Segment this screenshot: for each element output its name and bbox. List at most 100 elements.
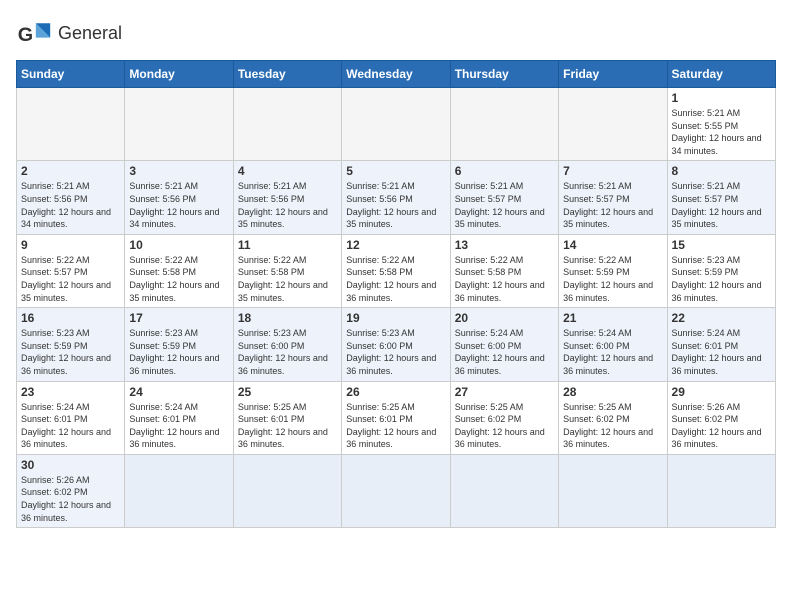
day-info: Sunrise: 5:23 AM Sunset: 5:59 PM Dayligh… [129,327,228,377]
col-header-monday: Monday [125,61,233,88]
week-row-5: 23 Sunrise: 5:24 AM Sunset: 6:01 PM Dayli… [17,381,776,454]
day-info: Sunrise: 5:24 AM Sunset: 6:01 PM Dayligh… [672,327,771,377]
day-cell [450,88,558,161]
day-number: 10 [129,238,228,252]
day-number: 14 [563,238,662,252]
day-cell: 2Sunrise: 5:21 AM Sunset: 5:56 PM Daylig… [17,161,125,234]
day-info: Sunrise: 5:22 AM Sunset: 5:58 PM Dayligh… [455,254,554,304]
calendar: SundayMondayTuesdayWednesdayThursdayFrid… [16,60,776,528]
day-number: 13 [455,238,554,252]
day-number: 20 [455,311,554,325]
day-number: 11 [238,238,337,252]
day-number: 1 [672,91,771,105]
day-info: Sunrise: 5:22 AM Sunset: 5:57 PM Dayligh… [21,254,120,304]
day-number: 12 [346,238,445,252]
header-row: SundayMondayTuesdayWednesdayThursdayFrid… [17,61,776,88]
day-number: 29 [672,385,771,399]
day-info: Sunrise: 5:22 AM Sunset: 5:59 PM Dayligh… [563,254,662,304]
day-number: 8 [672,164,771,178]
day-cell: 7Sunrise: 5:21 AM Sunset: 5:57 PM Daylig… [559,161,667,234]
day-cell: 5Sunrise: 5:21 AM Sunset: 5:56 PM Daylig… [342,161,450,234]
day-cell: 27Sunrise: 5:25 AM Sunset: 6:02 PM Dayli… [450,381,558,454]
day-cell: 24 Sunrise: 5:24 AM Sunset: 6:01 PM Dayli… [125,381,233,454]
day-cell [233,454,341,527]
day-cell: 16 Sunrise: 5:23 AM Sunset: 5:59 PM Dayli… [17,308,125,381]
day-number: 24 [129,385,228,399]
day-cell: 15 Sunrise: 5:23 AM Sunset: 5:59 PM Dayli… [667,234,775,307]
day-cell: 4Sunrise: 5:21 AM Sunset: 5:56 PM Daylig… [233,161,341,234]
logo-icon: G [16,16,52,52]
day-number: 5 [346,164,445,178]
day-cell: 12Sunrise: 5:22 AM Sunset: 5:58 PM Dayli… [342,234,450,307]
day-cell [125,88,233,161]
day-number: 19 [346,311,445,325]
header: G General [16,16,776,52]
col-header-tuesday: Tuesday [233,61,341,88]
day-info: Sunrise: 5:23 AM Sunset: 5:59 PM Dayligh… [21,327,120,377]
day-number: 30 [21,458,120,472]
day-cell [559,88,667,161]
day-cell: 20 Sunrise: 5:24 AM Sunset: 6:00 PM Dayli… [450,308,558,381]
day-cell [342,454,450,527]
day-info: Sunrise: 5:24 AM Sunset: 6:00 PM Dayligh… [455,327,554,377]
day-cell: 22 Sunrise: 5:24 AM Sunset: 6:01 PM Dayli… [667,308,775,381]
day-info: Sunrise: 5:21 AM Sunset: 5:56 PM Dayligh… [129,180,228,230]
day-cell [233,88,341,161]
svg-text:G: G [18,24,33,46]
day-number: 21 [563,311,662,325]
day-cell [559,454,667,527]
day-cell: 17 Sunrise: 5:23 AM Sunset: 5:59 PM Dayli… [125,308,233,381]
day-cell: 21 Sunrise: 5:24 AM Sunset: 6:00 PM Dayli… [559,308,667,381]
day-info: Sunrise: 5:25 AM Sunset: 6:02 PM Dayligh… [563,401,662,451]
day-cell: 13 Sunrise: 5:22 AM Sunset: 5:58 PM Dayli… [450,234,558,307]
day-info: Sunrise: 5:21 AM Sunset: 5:57 PM Dayligh… [672,180,771,230]
day-info: Sunrise: 5:24 AM Sunset: 6:01 PM Dayligh… [129,401,228,451]
day-number: 9 [21,238,120,252]
day-cell: 19Sunrise: 5:23 AM Sunset: 6:00 PM Dayli… [342,308,450,381]
day-number: 22 [672,311,771,325]
day-info: Sunrise: 5:21 AM Sunset: 5:55 PM Dayligh… [672,107,771,157]
day-number: 6 [455,164,554,178]
day-info: Sunrise: 5:25 AM Sunset: 6:01 PM Dayligh… [346,401,445,451]
day-number: 25 [238,385,337,399]
week-row-2: 2Sunrise: 5:21 AM Sunset: 5:56 PM Daylig… [17,161,776,234]
day-number: 23 [21,385,120,399]
day-info: Sunrise: 5:23 AM Sunset: 6:00 PM Dayligh… [238,327,337,377]
day-number: 4 [238,164,337,178]
day-cell: 3 Sunrise: 5:21 AM Sunset: 5:56 PM Daylig… [125,161,233,234]
day-cell: 11 Sunrise: 5:22 AM Sunset: 5:58 PM Dayli… [233,234,341,307]
week-row-6: 30 Sunrise: 5:26 AM Sunset: 6:02 PM Dayli… [17,454,776,527]
day-info: Sunrise: 5:21 AM Sunset: 5:56 PM Dayligh… [21,180,120,230]
col-header-sunday: Sunday [17,61,125,88]
day-info: Sunrise: 5:23 AM Sunset: 5:59 PM Dayligh… [672,254,771,304]
day-cell [125,454,233,527]
day-cell: 1 Sunrise: 5:21 AM Sunset: 5:55 PM Daylig… [667,88,775,161]
week-row-3: 9 Sunrise: 5:22 AM Sunset: 5:57 PM Daylig… [17,234,776,307]
logo: G General [16,16,122,52]
day-number: 17 [129,311,228,325]
week-row-1: 1 Sunrise: 5:21 AM Sunset: 5:55 PM Daylig… [17,88,776,161]
day-info: Sunrise: 5:22 AM Sunset: 5:58 PM Dayligh… [129,254,228,304]
day-cell: 25 Sunrise: 5:25 AM Sunset: 6:01 PM Dayli… [233,381,341,454]
day-info: Sunrise: 5:24 AM Sunset: 6:00 PM Dayligh… [563,327,662,377]
day-number: 15 [672,238,771,252]
logo-text: General [58,24,122,44]
day-cell [17,88,125,161]
day-info: Sunrise: 5:22 AM Sunset: 5:58 PM Dayligh… [238,254,337,304]
col-header-wednesday: Wednesday [342,61,450,88]
day-cell: 18Sunrise: 5:23 AM Sunset: 6:00 PM Dayli… [233,308,341,381]
day-cell: 23 Sunrise: 5:24 AM Sunset: 6:01 PM Dayli… [17,381,125,454]
day-info: Sunrise: 5:24 AM Sunset: 6:01 PM Dayligh… [21,401,120,451]
day-info: Sunrise: 5:26 AM Sunset: 6:02 PM Dayligh… [21,474,120,524]
week-row-4: 16 Sunrise: 5:23 AM Sunset: 5:59 PM Dayli… [17,308,776,381]
day-cell: 10 Sunrise: 5:22 AM Sunset: 5:58 PM Dayli… [125,234,233,307]
col-header-saturday: Saturday [667,61,775,88]
day-info: Sunrise: 5:21 AM Sunset: 5:57 PM Dayligh… [563,180,662,230]
col-header-thursday: Thursday [450,61,558,88]
day-cell: 8 Sunrise: 5:21 AM Sunset: 5:57 PM Daylig… [667,161,775,234]
day-number: 16 [21,311,120,325]
day-cell [667,454,775,527]
col-header-friday: Friday [559,61,667,88]
day-info: Sunrise: 5:25 AM Sunset: 6:01 PM Dayligh… [238,401,337,451]
day-number: 3 [129,164,228,178]
